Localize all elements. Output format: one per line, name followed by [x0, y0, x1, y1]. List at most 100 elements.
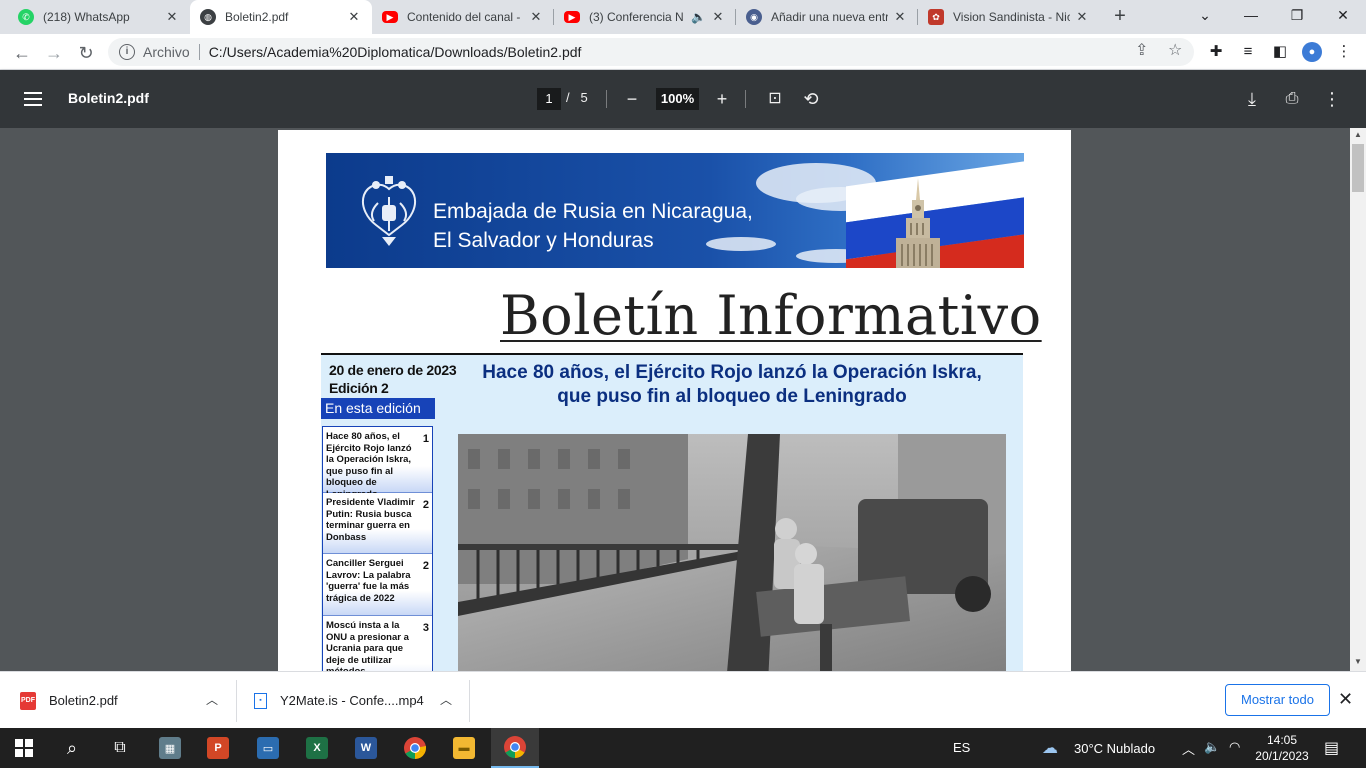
close-tab-icon[interactable]: ✕	[710, 9, 726, 25]
menu-kebab-icon[interactable]: ⋮	[1334, 42, 1354, 62]
toc-item[interactable]: Moscú insta a la ONU a presionar a Ucran…	[323, 616, 432, 671]
info-icon[interactable]: i	[119, 44, 135, 60]
taskbar-file-explorer[interactable]: ▬	[440, 728, 488, 768]
table-of-contents: Hace 80 años, el Ejército Rojo lanzó la …	[322, 426, 433, 671]
address-url[interactable]: C:/Users/Academia%20Diplomatica/Download…	[209, 44, 582, 60]
side-panel-icon[interactable]: ◧	[1270, 42, 1290, 62]
toc-item-page: 2	[422, 560, 429, 572]
restore-button[interactable]: ❐	[1274, 0, 1320, 34]
media-control-icon[interactable]: ≡	[1238, 42, 1258, 62]
system-clock[interactable]: 14:05 20/1/2023	[1252, 732, 1312, 764]
chevron-up-icon[interactable]: ︿	[440, 691, 452, 708]
chrome-icon	[404, 737, 426, 759]
toc-item-text: Canciller Serguei Lavrov: La palabra 'gu…	[326, 558, 411, 604]
forward-icon[interactable]: →	[41, 40, 67, 66]
taskbar-word[interactable]: W	[342, 728, 390, 768]
search-icon[interactable]: ⌕	[48, 728, 96, 768]
more-actions-icon[interactable]: ⋮	[1320, 87, 1344, 111]
volume-icon[interactable]: 🔈	[1204, 739, 1220, 755]
download-item-video[interactable]: ▪ Y2Mate.is - Confe....mp4	[254, 672, 424, 729]
toc-item[interactable]: Presidente Vladimir Putin: Rusia busca t…	[323, 493, 432, 554]
taskbar-excel[interactable]: X	[293, 728, 341, 768]
task-view-icon[interactable]: ⧉	[96, 728, 144, 768]
close-tab-icon[interactable]: ✕	[528, 9, 544, 25]
zoom-in-icon[interactable]: +	[710, 87, 734, 111]
close-shelf-icon[interactable]: ✕	[1338, 689, 1353, 710]
address-scheme: Archivo	[143, 44, 190, 60]
new-tab-button[interactable]: +	[1108, 4, 1132, 30]
historical-photo	[458, 434, 1006, 671]
browser-toolbar: ← → ↻ i Archivo C:/Users/Academia%20Dipl…	[0, 34, 1366, 70]
whatsapp-icon: ✆	[18, 9, 34, 25]
folder-icon: ▬	[453, 737, 475, 759]
chevron-up-icon[interactable]: ︿	[1182, 739, 1195, 758]
tab-youtube-conference[interactable]: ▶ (3) Conferencia N 🔈 ✕	[554, 0, 736, 34]
taskbar-network[interactable]: ▭	[244, 728, 292, 768]
toc-item[interactable]: Canciller Serguei Lavrov: La palabra 'gu…	[323, 554, 432, 616]
notification-icon[interactable]: ▤	[1324, 738, 1339, 758]
download-item-pdf[interactable]: PDF Boletin2.pdf	[20, 672, 118, 729]
tab-search-icon[interactable]: ⌄	[1182, 0, 1228, 34]
language-indicator[interactable]: ES	[953, 740, 970, 755]
tab-boletin[interactable]: ◍ Boletin2.pdf ✕	[190, 0, 372, 34]
in-this-edition-label: En esta edición	[321, 398, 435, 419]
zoom-input[interactable]: 100%	[656, 88, 699, 110]
tab-whatsapp[interactable]: ✆ (218) WhatsApp ✕	[8, 0, 190, 34]
close-tab-icon[interactable]: ✕	[164, 9, 180, 25]
start-button[interactable]	[0, 728, 48, 768]
address-bar[interactable]: i Archivo C:/Users/Academia%20Diplomatic…	[108, 38, 1194, 66]
page-number-input[interactable]: 1	[537, 88, 561, 110]
share-icon[interactable]: ⇪	[1135, 40, 1148, 60]
tab-vision-sandinista[interactable]: ✿ Vision Sandinista - Nic ✕	[918, 0, 1100, 34]
zoom-out-icon[interactable]: −	[620, 87, 644, 111]
embassy-banner: Embajada de Rusia en Nicaragua, El Salva…	[326, 153, 1024, 268]
vertical-scrollbar[interactable]: ▲ ▼	[1350, 128, 1366, 671]
rotate-icon[interactable]: ⟲	[799, 87, 823, 111]
download-icon[interactable]: ⤓	[1240, 87, 1264, 111]
toc-item[interactable]: Hace 80 años, el Ejército Rojo lanzó la …	[323, 427, 432, 500]
banner-text: Embajada de Rusia en Nicaragua, El Salva…	[433, 197, 753, 255]
close-tab-icon[interactable]: ✕	[1074, 9, 1090, 25]
taskbar-powerpoint[interactable]: P	[194, 728, 242, 768]
downloads-shelf: PDF Boletin2.pdf ︿ ▪ Y2Mate.is - Confe..…	[0, 671, 1366, 728]
toc-item-page: 1	[422, 433, 429, 445]
menu-hamburger-icon[interactable]	[24, 92, 42, 106]
wifi-icon[interactable]: ◠	[1229, 739, 1240, 755]
reload-icon[interactable]: ↻	[73, 40, 99, 66]
close-tab-icon[interactable]: ✕	[892, 9, 908, 25]
bookmark-star-icon[interactable]: ☆	[1168, 40, 1182, 60]
fit-page-icon[interactable]: ⊡	[763, 87, 787, 111]
issue-date: 20 de enero de 2023	[329, 362, 457, 378]
scroll-up-icon[interactable]: ▲	[1350, 130, 1366, 139]
pdf-viewport[interactable]: Embajada de Rusia en Nicaragua, El Salva…	[0, 128, 1366, 671]
extensions-icon[interactable]: ✚	[1206, 42, 1226, 62]
calculator-icon: ▦	[159, 737, 181, 759]
site-icon: ✿	[928, 9, 944, 25]
speaker-icon[interactable]: 🔈	[691, 10, 706, 24]
toc-item-text: Presidente Vladimir Putin: Rusia busca t…	[326, 497, 415, 543]
ministry-building-icon	[896, 178, 940, 268]
toc-item-page: 2	[422, 499, 429, 511]
tab-add-entry[interactable]: ◉ Añadir una nueva entr ✕	[736, 0, 918, 34]
toc-item-text: Hace 80 años, el Ejército Rojo lanzó la …	[326, 431, 412, 500]
back-icon[interactable]: ←	[9, 40, 35, 66]
chevron-up-icon[interactable]: ︿	[206, 691, 218, 708]
cloud-weather-icon: ☁	[1042, 740, 1058, 757]
taskbar-chrome[interactable]	[391, 728, 439, 768]
scrollbar-thumb[interactable]	[1352, 144, 1364, 192]
weather-text[interactable]: 30°C Nublado	[1074, 741, 1155, 756]
pdf-title: Boletin2.pdf	[68, 90, 149, 106]
close-tab-icon[interactable]: ✕	[346, 9, 362, 25]
taskbar-chrome-profile[interactable]	[491, 728, 539, 768]
close-window-button[interactable]: ✕	[1320, 0, 1366, 34]
download-filename: Y2Mate.is - Confe....mp4	[280, 693, 424, 708]
download-filename: Boletin2.pdf	[49, 693, 118, 708]
scroll-down-icon[interactable]: ▼	[1350, 657, 1366, 666]
profile-avatar[interactable]: ●	[1302, 42, 1322, 62]
taskbar-calculator[interactable]: ▦	[146, 728, 194, 768]
toc-item-page: 3	[422, 622, 429, 634]
show-all-button[interactable]: Mostrar todo	[1225, 684, 1330, 716]
minimize-button[interactable]: —	[1228, 0, 1274, 34]
tab-youtube-channel[interactable]: ▶ Contenido del canal - ✕	[372, 0, 554, 34]
print-icon[interactable]: ⎙	[1280, 87, 1304, 111]
